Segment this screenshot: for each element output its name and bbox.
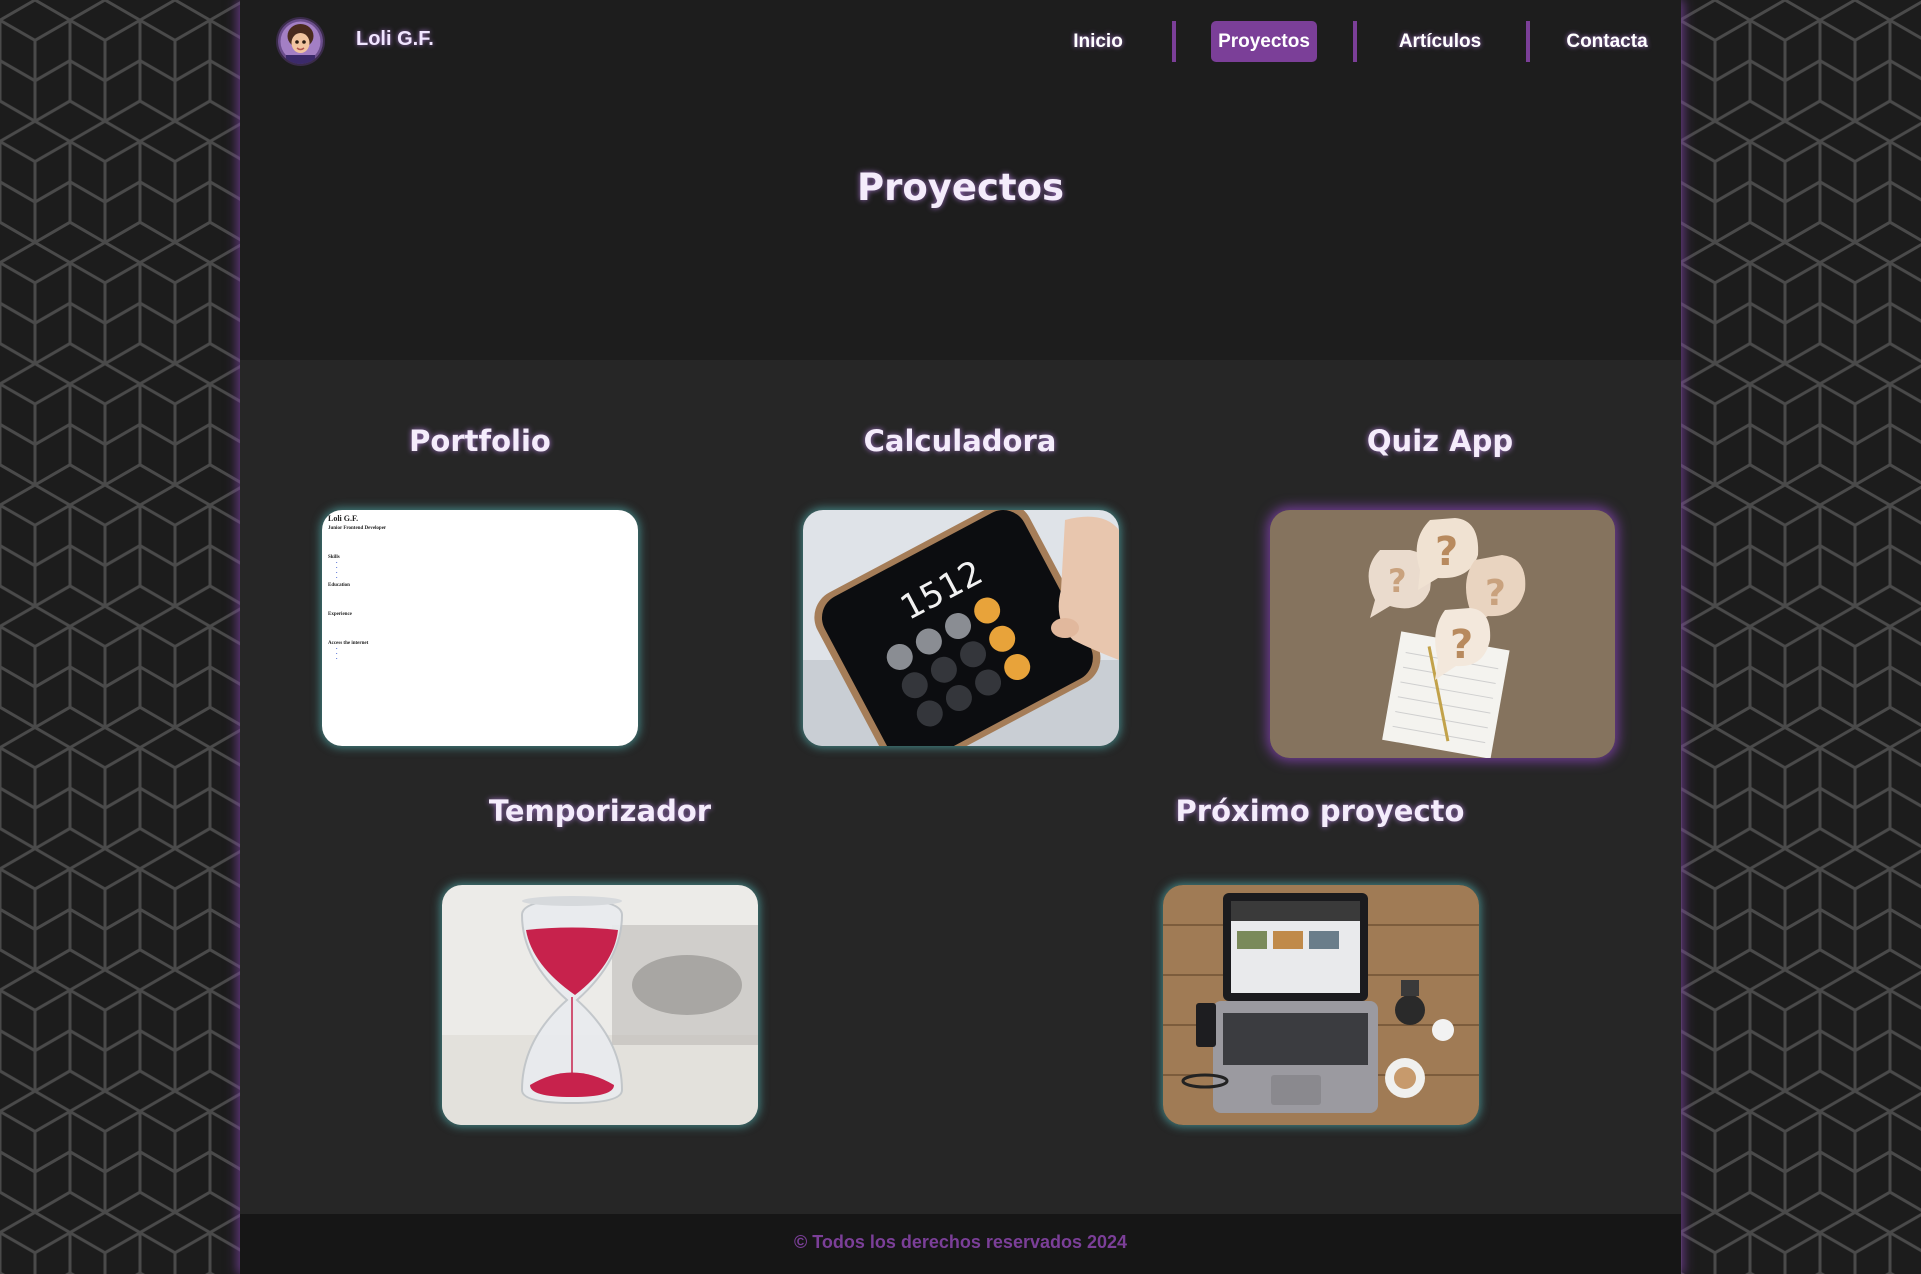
question-mark-notes-photo: ? ? ? ? (1270, 510, 1615, 758)
site-footer: © Todos los derechos reservados 2024 (240, 1214, 1681, 1274)
svg-text:?: ? (1450, 622, 1473, 668)
project-title-calculadora: Calculadora (863, 424, 1057, 458)
avatar[interactable] (278, 19, 323, 64)
svg-text:?: ? (1435, 529, 1458, 575)
nav-divider (1172, 21, 1176, 62)
svg-text:?: ? (1485, 573, 1506, 614)
project-title-proximo-proyecto: Próximo proyecto (1175, 794, 1465, 828)
brand-name[interactable]: Loli G.F. (356, 28, 434, 51)
nav-divider (1353, 21, 1357, 62)
nav-link-proyectos[interactable]: Proyectos (1211, 21, 1317, 62)
laptop-desk-photo (1163, 885, 1479, 1125)
projects-section: Portfolio Loli G.F. Junior Frontend Deve… (240, 360, 1681, 1214)
page-title: Proyectos (856, 166, 1065, 209)
page-container: Loli G.F. Inicio Proyectos Artículos Con… (240, 0, 1681, 1274)
project-card-calculadora[interactable]: 1512 (803, 510, 1119, 746)
project-card-proximo-proyecto[interactable] (1163, 885, 1479, 1125)
svg-text:?: ? (1388, 562, 1407, 600)
project-title-temporizador: Temporizador (488, 794, 712, 828)
smartphone-calculator-photo: 1512 (803, 510, 1119, 746)
resume-document-thumbnail: Loli G.F. Junior Frontend Developer ​ ​ … (322, 510, 638, 746)
project-title-portfolio: Portfolio (409, 424, 551, 458)
project-title-quiz-app: Quiz App (1366, 424, 1514, 458)
project-card-quiz-app[interactable]: ? ? ? ? (1270, 510, 1615, 758)
nav-link-contacta[interactable]: Contacta (1562, 21, 1652, 62)
project-card-temporizador[interactable] (442, 885, 758, 1125)
hourglass-photo (442, 885, 758, 1125)
nav-link-articulos[interactable]: Artículos (1390, 21, 1490, 62)
project-card-portfolio[interactable]: Loli G.F. Junior Frontend Developer ​ ​ … (322, 510, 638, 746)
nav-link-inicio[interactable]: Inicio (1068, 21, 1128, 62)
copyright-text: © Todos los derechos reservados 2024 (793, 1232, 1128, 1252)
nav-divider (1526, 21, 1530, 62)
site-header: Loli G.F. Inicio Proyectos Artículos Con… (240, 0, 1681, 86)
